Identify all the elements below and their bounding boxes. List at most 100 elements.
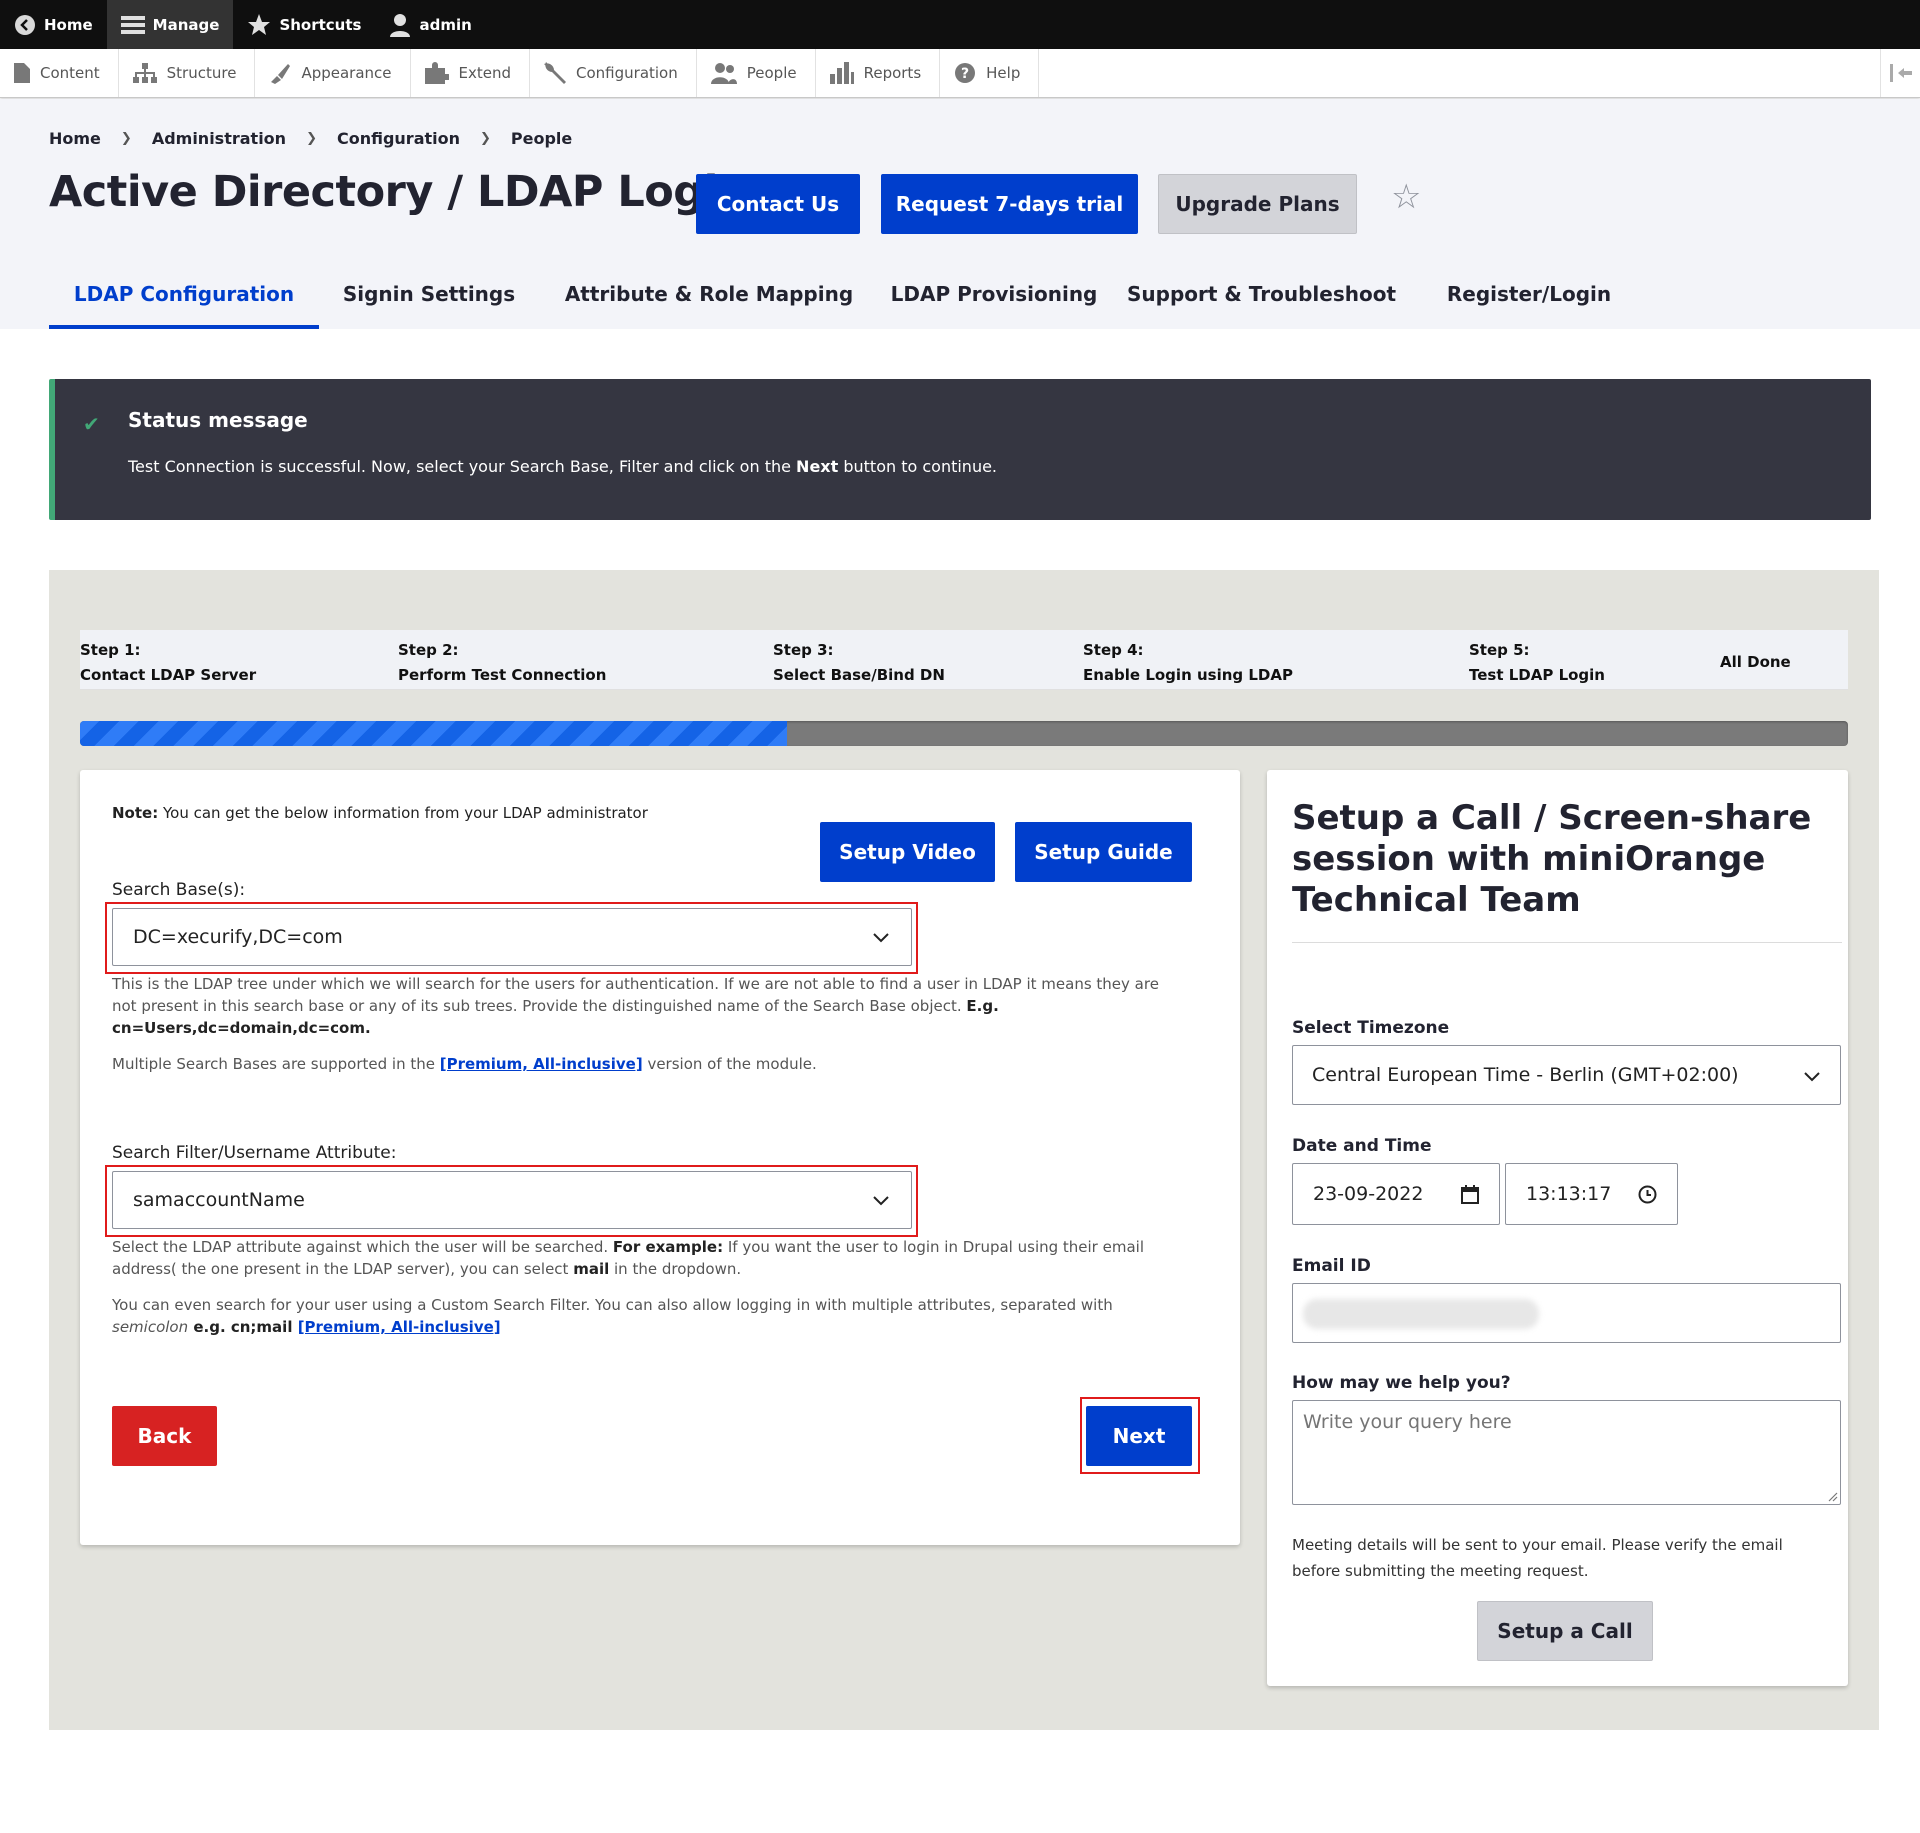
toolbar-home[interactable]: Home bbox=[0, 0, 107, 49]
step-2: Step 2: Perform Test Connection bbox=[398, 638, 606, 688]
tray-item-people[interactable]: People bbox=[697, 49, 816, 97]
contact-us-button[interactable]: Contact Us bbox=[696, 174, 860, 234]
premium-link[interactable]: [Premium, All-inclusive] bbox=[440, 1055, 643, 1073]
setup-guide-button[interactable]: Setup Guide bbox=[1015, 822, 1192, 882]
wrench-icon bbox=[544, 62, 567, 84]
back-button[interactable]: Back bbox=[112, 1406, 217, 1466]
desc-text: not present in this search base or any o… bbox=[112, 997, 967, 1015]
check-icon: ✔ bbox=[83, 412, 100, 436]
desc-line: You can even search for your user using … bbox=[112, 1296, 1113, 1314]
admin-menu-tray: Content Structure Appearance Extend Conf… bbox=[0, 49, 1920, 98]
progress-bar bbox=[80, 721, 1848, 746]
next-button[interactable]: Next bbox=[1086, 1406, 1192, 1466]
search-base-select[interactable]: DC=xecurify,DC=com bbox=[112, 908, 912, 966]
toolbar-shortcuts[interactable]: Shortcuts bbox=[233, 0, 375, 49]
step-indicator: Step 1: Contact LDAP Server Step 2: Perfor… bbox=[80, 630, 1848, 690]
request-trial-button[interactable]: Request 7-days trial bbox=[881, 174, 1138, 234]
search-base-label: Search Base(s): bbox=[112, 880, 246, 900]
tray-item-reports[interactable]: Reports bbox=[816, 49, 941, 97]
upgrade-plans-button[interactable]: Upgrade Plans bbox=[1158, 174, 1357, 234]
calendar-icon[interactable] bbox=[1461, 1185, 1479, 1204]
breadcrumb: Home ❯ Administration ❯ Configuration ❯ … bbox=[49, 129, 572, 148]
search-filter-label: Search Filter/Username Attribute: bbox=[112, 1143, 397, 1163]
tab-register-login[interactable]: Register/Login bbox=[1414, 259, 1644, 329]
query-placeholder: Write your query here bbox=[1303, 1411, 1512, 1433]
breadcrumb-people[interactable]: People bbox=[511, 129, 572, 148]
resize-handle-icon[interactable] bbox=[1826, 1490, 1838, 1502]
call-title: Setup a Call / Screen-share session with… bbox=[1292, 798, 1812, 920]
chevron-right-icon: ❯ bbox=[480, 131, 491, 146]
main-panel: Step 1: Contact LDAP Server Step 2: Perfor… bbox=[49, 570, 1879, 1730]
tray-collapse-button[interactable] bbox=[1880, 49, 1920, 97]
tabs: LDAP Configuration Signin Settings Attri… bbox=[49, 259, 1644, 329]
setup-video-button[interactable]: Setup Video bbox=[820, 822, 995, 882]
search-filter-value: samaccountName bbox=[133, 1189, 305, 1211]
star-icon bbox=[248, 13, 271, 35]
paintbrush-icon bbox=[271, 64, 291, 84]
toolbar-manage[interactable]: Manage bbox=[106, 0, 234, 49]
tray-item-label: Content bbox=[40, 64, 100, 82]
tray-item-structure[interactable]: Structure bbox=[119, 49, 256, 97]
timezone-value: Central European Time - Berlin (GMT+02:0… bbox=[1312, 1064, 1739, 1086]
chevron-down-icon bbox=[873, 1196, 889, 1206]
breadcrumb-configuration[interactable]: Configuration bbox=[337, 129, 460, 148]
status-text: Test Connection is successful. Now, sele… bbox=[128, 457, 997, 476]
tray-item-appearance[interactable]: Appearance bbox=[255, 49, 411, 97]
timezone-select[interactable]: Central European Time - Berlin (GMT+02:0… bbox=[1292, 1045, 1841, 1105]
star-shortcut-icon[interactable]: ☆ bbox=[1391, 177, 1421, 217]
toolbar-shortcuts-label: Shortcuts bbox=[279, 15, 362, 34]
status-text-bold: Next bbox=[796, 457, 839, 476]
premium-link[interactable]: [Premium, All-inclusive] bbox=[298, 1318, 501, 1336]
search-base-description: This is the LDAP tree under which we wil… bbox=[112, 973, 1202, 1039]
desc-line: address( the one present in the LDAP ser… bbox=[112, 1258, 1202, 1280]
step-number: Step 5: bbox=[1469, 641, 1530, 659]
desc-mail: mail bbox=[573, 1260, 610, 1278]
page-title: Active Directory / LDAP Login bbox=[49, 167, 748, 217]
tray-item-content[interactable]: Content bbox=[0, 49, 119, 97]
chevron-right-icon: ❯ bbox=[306, 131, 317, 146]
tab-attribute-role-mapping[interactable]: Attribute & Role Mapping bbox=[539, 259, 879, 329]
step-label: Test LDAP Login bbox=[1469, 666, 1605, 684]
step-number: Step 2: bbox=[398, 641, 459, 659]
datetime-label: Date and Time bbox=[1292, 1136, 1432, 1156]
setup-call-button[interactable]: Setup a Call bbox=[1477, 1601, 1653, 1661]
file-icon bbox=[14, 63, 30, 83]
toolbar-user[interactable]: admin bbox=[375, 0, 485, 49]
tab-signin-settings[interactable]: Signin Settings bbox=[319, 259, 539, 329]
chevron-down-icon bbox=[1804, 1072, 1820, 1082]
query-textarea[interactable]: Write your query here bbox=[1292, 1400, 1841, 1505]
step-4: Step 4: Enable Login using LDAP bbox=[1083, 638, 1293, 688]
tab-ldap-configuration[interactable]: LDAP Configuration bbox=[49, 259, 319, 329]
time-input[interactable]: 13:13:17 bbox=[1505, 1163, 1678, 1225]
note-label: Note: bbox=[112, 804, 159, 822]
tray-item-extend[interactable]: Extend bbox=[411, 49, 531, 97]
custom-filter-note: You can even search for your user using … bbox=[112, 1294, 1202, 1338]
search-filter-select[interactable]: samaccountName bbox=[112, 1171, 912, 1229]
tray-item-label: Help bbox=[986, 64, 1021, 82]
breadcrumb-home[interactable]: Home bbox=[49, 129, 101, 148]
clock-icon[interactable] bbox=[1638, 1185, 1657, 1204]
search-filter-description: Select the LDAP attribute against which … bbox=[112, 1236, 1202, 1280]
tab-support-troubleshoot[interactable]: Support & Troubleshoot bbox=[1109, 259, 1414, 329]
help-icon: ? bbox=[955, 63, 976, 83]
user-icon bbox=[390, 13, 411, 37]
tray-item-help[interactable]: ? Help bbox=[940, 49, 1040, 97]
tray-item-label: Reports bbox=[863, 64, 922, 82]
status-title: Status message bbox=[128, 408, 308, 432]
people-icon bbox=[710, 63, 737, 84]
blurred-email-value bbox=[1303, 1299, 1539, 1329]
step-label: Contact LDAP Server bbox=[80, 666, 257, 684]
divider bbox=[1292, 942, 1842, 943]
desc-eg: E.g. bbox=[966, 997, 999, 1015]
step-5: Step 5: Test LDAP Login bbox=[1469, 638, 1605, 688]
breadcrumb-administration[interactable]: Administration bbox=[152, 129, 286, 148]
email-input[interactable] bbox=[1292, 1283, 1841, 1343]
date-input[interactable]: 23-09-2022 bbox=[1292, 1163, 1500, 1225]
desc-text: If you want the user to login in Drupal … bbox=[723, 1238, 1144, 1256]
multi-text: Multiple Search Bases are supported in t… bbox=[112, 1055, 440, 1073]
tab-ldap-provisioning[interactable]: LDAP Provisioning bbox=[879, 259, 1109, 329]
tray-item-label: People bbox=[746, 64, 797, 82]
desc-example: cn=Users,dc=domain,dc=com. bbox=[112, 1019, 371, 1037]
tray-item-configuration[interactable]: Configuration bbox=[530, 49, 697, 97]
tray-item-label: Configuration bbox=[576, 64, 678, 82]
